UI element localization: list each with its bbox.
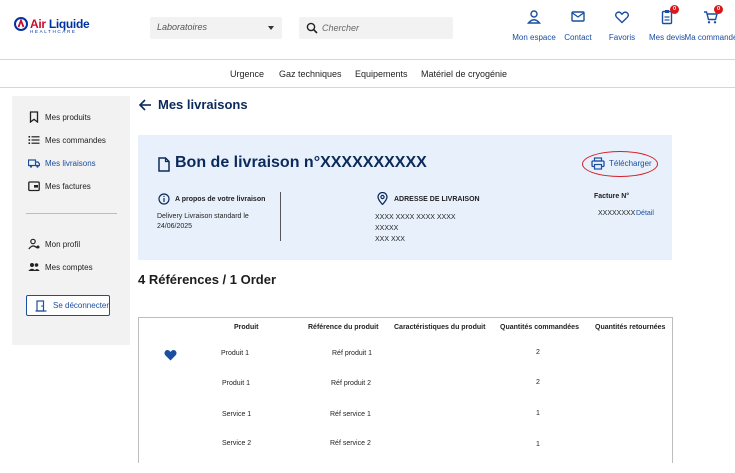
document-icon	[158, 157, 170, 172]
delivery-address: XXXX XXXX XXXX XXXX XXXXX XXX XXX	[375, 212, 456, 245]
truck-icon	[28, 159, 40, 168]
address-line: XXXXX	[375, 225, 399, 232]
logo-mark-icon	[14, 17, 28, 31]
header-action-mes-devis[interactable]: 0 Mes devis	[642, 5, 692, 55]
quote-count-badge: 0	[670, 5, 679, 14]
sidebar-item-label: Mon profil	[45, 240, 81, 249]
account-sidebar: Mes produits Mes commandes Mes livraison…	[12, 96, 130, 345]
column-header-quantites-retournees: Quantités retournées	[595, 324, 666, 331]
invoice-icon	[28, 181, 40, 192]
cart-count-badge: 0	[714, 5, 723, 14]
header-action-mon-espace[interactable]: Mon espace	[509, 9, 559, 55]
table-cell-reference: Réf produit 2	[331, 380, 372, 387]
sidebar-item-label: Mes livraisons	[45, 159, 96, 168]
delivery-items-table: Produit Référence du produit Caractérist…	[138, 317, 673, 463]
table-cell-product: Service 2	[222, 440, 252, 447]
invoice-number-value: XXXXXXXX	[598, 210, 636, 217]
sidebar-item-label: Mes comptes	[45, 263, 93, 272]
header-action-ma-commande[interactable]: 0 Ma commande	[685, 5, 735, 55]
references-count-title: 4 Références / 1 Order	[138, 272, 277, 287]
laboratory-select[interactable]: Laboratoires	[150, 17, 282, 39]
main-nav: Urgence Gaz techniques Equipements Matér…	[0, 61, 735, 88]
about-delivery-text: Delivery Livraison standard le 24/06/202…	[157, 213, 249, 230]
address-line: XXXX XXXX XXXX XXXX	[375, 214, 456, 221]
nav-item-materiel-cryogenie[interactable]: Matériel de cryogénie	[421, 69, 507, 79]
table-cell-ordered-qty: 1	[536, 441, 540, 448]
bookmark-icon	[29, 111, 39, 123]
card-divider	[280, 192, 281, 241]
download-button[interactable]: Télécharger	[587, 154, 654, 173]
accounts-icon	[28, 263, 40, 271]
logout-door-icon	[35, 300, 47, 312]
logo-subtitle: HEALTHCARE	[30, 29, 77, 34]
chevron-down-icon	[268, 26, 274, 30]
sidebar-item-label: Mes factures	[45, 182, 91, 191]
header-action-label: Ma commande	[684, 33, 735, 42]
sidebar-item-label: Mes produits	[45, 113, 91, 122]
page-title: Mes livraisons	[158, 97, 248, 112]
search-bar	[299, 17, 453, 39]
back-arrow-icon[interactable]	[138, 98, 152, 112]
table-cell-product: Produit 1	[221, 350, 250, 357]
sidebar-item-label: Mes commandes	[45, 136, 106, 145]
user-icon	[526, 10, 542, 24]
column-header-produit: Produit	[234, 324, 259, 331]
invoice-number-title: Facture N°	[594, 193, 630, 200]
mail-icon	[571, 11, 585, 22]
nav-item-urgence[interactable]: Urgence	[230, 69, 264, 79]
laboratory-select-value: Laboratoires	[157, 22, 208, 32]
table-cell-product: Service 1	[222, 411, 252, 418]
info-icon	[158, 193, 170, 205]
column-header-reference: Référence du produit	[308, 324, 379, 331]
location-pin-icon	[377, 192, 388, 205]
download-button-label: Télécharger	[609, 159, 652, 168]
profile-icon	[28, 238, 40, 250]
address-line: XXX XXX	[375, 236, 405, 243]
table-cell-ordered-qty: 2	[536, 379, 540, 386]
table-cell-ordered-qty: 1	[536, 410, 540, 417]
sidebar-divider	[26, 213, 117, 214]
list-icon	[28, 136, 40, 144]
nav-item-equipements[interactable]: Equipements	[355, 69, 408, 79]
delivery-address-title: ADRESSE DE LIVRAISON	[394, 196, 480, 203]
header-action-contact[interactable]: Contact	[553, 9, 603, 55]
favorite-heart-icon[interactable]	[164, 349, 177, 361]
invoice-detail-link[interactable]: Détail	[636, 210, 654, 217]
header-action-favoris[interactable]: Favoris	[597, 9, 647, 55]
table-cell-reference: Réf service 1	[330, 411, 371, 418]
table-cell-reference: Réf produit 1	[332, 350, 373, 357]
nav-item-gaz-techniques[interactable]: Gaz techniques	[279, 69, 342, 79]
printer-icon	[591, 157, 605, 170]
delivery-note-card: Bon de livraison n°XXXXXXXXXX Télécharge…	[138, 135, 672, 260]
delivery-note-title: Bon de livraison n°XXXXXXXXXX	[175, 154, 427, 171]
logout-button-label: Se déconnecter	[53, 301, 110, 310]
column-header-quantites-commandees: Quantités commandées	[500, 324, 579, 331]
table-cell-ordered-qty: 2	[536, 349, 540, 356]
top-header: Air Liquide HEALTHCARE Laboratoires Mon …	[0, 0, 735, 60]
column-header-caracteristiques: Caractéristiques du produit	[394, 324, 486, 331]
logout-button[interactable]: Se déconnecter	[26, 295, 110, 316]
search-icon[interactable]	[306, 22, 318, 34]
air-liquide-logo[interactable]: Air Liquide HEALTHCARE	[14, 17, 90, 39]
search-input[interactable]	[322, 20, 447, 36]
table-cell-reference: Réf service 2	[330, 440, 371, 447]
about-delivery-title: A propos de votre livraison	[175, 196, 266, 203]
table-cell-product: Produit 1	[222, 380, 251, 387]
heart-icon	[615, 11, 629, 24]
